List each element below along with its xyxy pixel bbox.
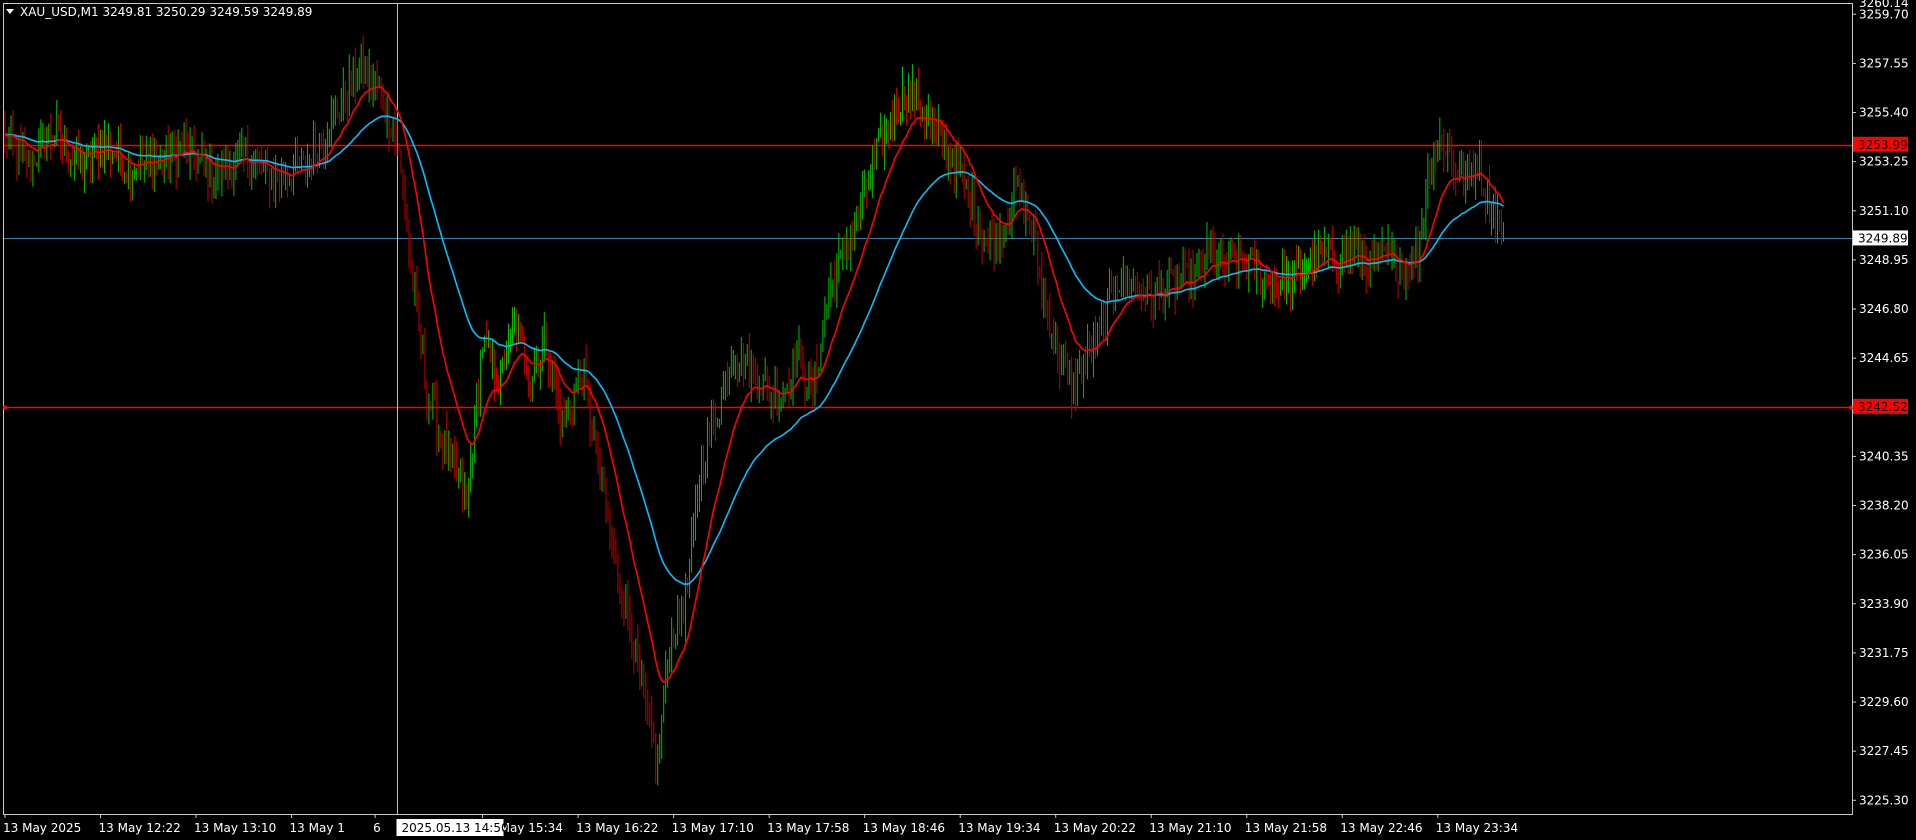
hline-price-label: 3253.99 — [1858, 138, 1908, 152]
y-tick-label: 3236.05 — [1859, 548, 1909, 562]
top-price-label: 3260.14 — [1859, 0, 1909, 10]
crosshair-time-text: 2025.05.13 14:50 — [402, 821, 509, 835]
y-tick-label: 3231.75 — [1859, 646, 1909, 660]
chart-background — [0, 0, 1916, 840]
x-tick-label: 13 May 20:22 — [1054, 821, 1136, 835]
y-tick-label: 3225.30 — [1859, 793, 1909, 807]
y-tick-label: 3246.80 — [1859, 302, 1909, 316]
y-tick-label: 3227.45 — [1859, 744, 1909, 758]
x-tick-label: 13 May 13:10 — [194, 821, 276, 835]
y-tick-label: 3244.65 — [1859, 351, 1909, 365]
x-tick-label: 13 May 16:22 — [576, 821, 658, 835]
bid-price-label: 3249.89 — [1858, 231, 1908, 245]
price-chart[interactable]: 3259.703257.553255.403253.253251.103248.… — [0, 0, 1916, 840]
y-tick-label: 3255.40 — [1859, 106, 1909, 120]
x-tick-label: 13 May 18:46 — [863, 821, 945, 835]
y-tick-label: 3229.60 — [1859, 695, 1909, 709]
x-tick-label: 13 May 21:10 — [1149, 821, 1231, 835]
y-tick-label: 3248.95 — [1859, 253, 1909, 267]
x-tick-label: 13 May 17:10 — [672, 821, 754, 835]
x-tick-label: 13 May 22:46 — [1340, 821, 1422, 835]
y-tick-label: 3257.55 — [1859, 56, 1909, 70]
chart-header: XAU_USD,M1 3249.81 3250.29 3249.59 3249.… — [6, 5, 312, 19]
x-tick-label: 13 May 12:22 — [99, 821, 181, 835]
x-tick-label: 13 May 21:58 — [1245, 821, 1327, 835]
x-tick-label: 13 May 23:34 — [1436, 821, 1518, 835]
hline-price-label: 3242.52 — [1858, 400, 1908, 414]
x-tick-label: 6 — [373, 821, 381, 835]
y-tick-label: 3240.35 — [1859, 449, 1909, 463]
x-tick-label: 13 May 17:58 — [767, 821, 849, 835]
x-tick-label: 13 May 19:34 — [958, 821, 1040, 835]
hline-anchor-left — [3, 405, 7, 410]
y-tick-label: 3238.20 — [1859, 499, 1909, 513]
y-tick-label: 3233.90 — [1859, 597, 1909, 611]
crosshair-time-label: 2025.05.13 14:50 — [396, 819, 509, 836]
x-tick-label: 13 May 2025 — [3, 821, 81, 835]
y-tick-label: 3253.25 — [1859, 155, 1909, 169]
x-tick-label: 13 May 1 — [290, 821, 345, 835]
symbol-ohlc-info: XAU_USD,M1 3249.81 3250.29 3249.59 3249.… — [20, 5, 312, 19]
y-tick-label: 3251.10 — [1859, 204, 1909, 218]
